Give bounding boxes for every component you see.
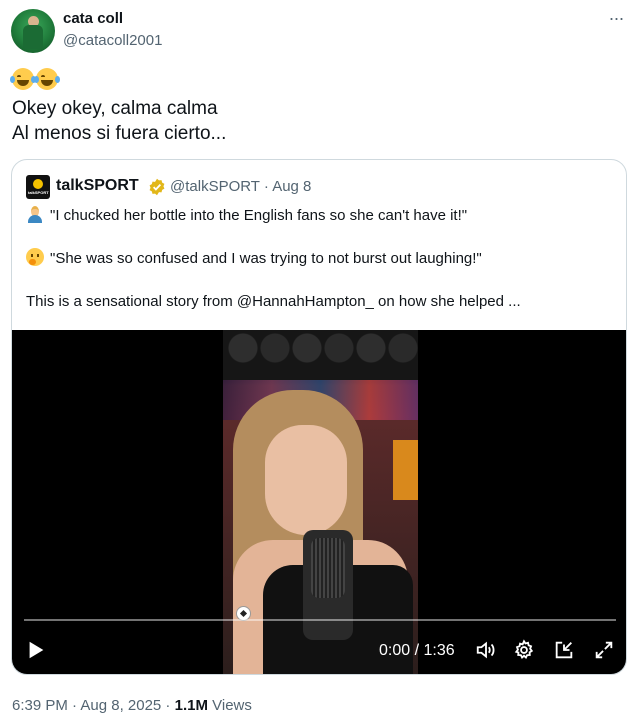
thinking-face-icon — [26, 248, 44, 266]
quote-line-1-text: "I chucked her bottle into the English f… — [50, 207, 468, 224]
play-icon — [29, 641, 44, 659]
tweet-timestamp[interactable]: 6:39 PM · Aug 8, 2025 · — [12, 697, 175, 714]
tweet-line: Okey okey, calma calma — [12, 98, 218, 119]
play-button[interactable] — [22, 636, 50, 664]
tweet-meta: 6:39 PM · Aug 8, 2025 · 1.1M Views — [12, 697, 252, 714]
views-count: 1.1M — [174, 697, 208, 714]
video-player[interactable]: 0:00 / 1:36 — [12, 330, 626, 674]
quote-line-3: This is a sensational story from @Hannah… — [26, 293, 521, 310]
tweet-emoji-line — [10, 67, 60, 91]
expand-icon — [595, 641, 613, 659]
quoted-tweet-card[interactable]: talkSPORT @talkSPORT · Aug 8 "I chucked … — [11, 159, 627, 675]
talksport-logo[interactable] — [26, 175, 50, 199]
fullscreen-button[interactable] — [590, 636, 618, 664]
settings-button[interactable] — [510, 636, 538, 664]
tweet-text: Okey okey, calma calma Al menos si fuera… — [12, 96, 226, 146]
avatar-jersey — [23, 25, 43, 49]
author-handle[interactable]: @catacoll2001 — [63, 32, 162, 49]
laughing-emoji-icon — [10, 67, 36, 90]
tweet-line: Al menos si fuera cierto... — [12, 123, 227, 144]
verified-badge-icon — [149, 178, 165, 196]
video-time: 0:00 / 1:36 — [379, 642, 455, 659]
more-options-icon[interactable]: ··· — [604, 8, 628, 28]
quoted-handle-date[interactable]: @talkSPORT · Aug 8 — [170, 178, 311, 195]
views-label: Views — [207, 697, 252, 714]
dock-icon — [555, 641, 573, 659]
quote-line-2-text: "She was so confused and I was trying to… — [50, 250, 482, 267]
author-name[interactable]: cata coll — [63, 10, 123, 27]
quote-line-2: "She was so confused and I was trying to… — [26, 248, 482, 269]
avatar[interactable] — [11, 9, 55, 53]
laughing-emoji-icon — [34, 67, 60, 90]
dock-video-button[interactable] — [550, 636, 578, 664]
volume-button[interactable] — [472, 636, 500, 664]
microphone — [303, 530, 353, 640]
video-progress-bar[interactable] — [24, 619, 616, 621]
video-frame — [223, 330, 418, 674]
quote-line-1: "I chucked her bottle into the English f… — [26, 205, 467, 226]
person-shrugging-icon — [26, 205, 44, 223]
gear-icon — [514, 639, 534, 660]
quoted-author-name[interactable]: talkSPORT — [56, 177, 139, 195]
speaker-icon — [476, 641, 495, 659]
